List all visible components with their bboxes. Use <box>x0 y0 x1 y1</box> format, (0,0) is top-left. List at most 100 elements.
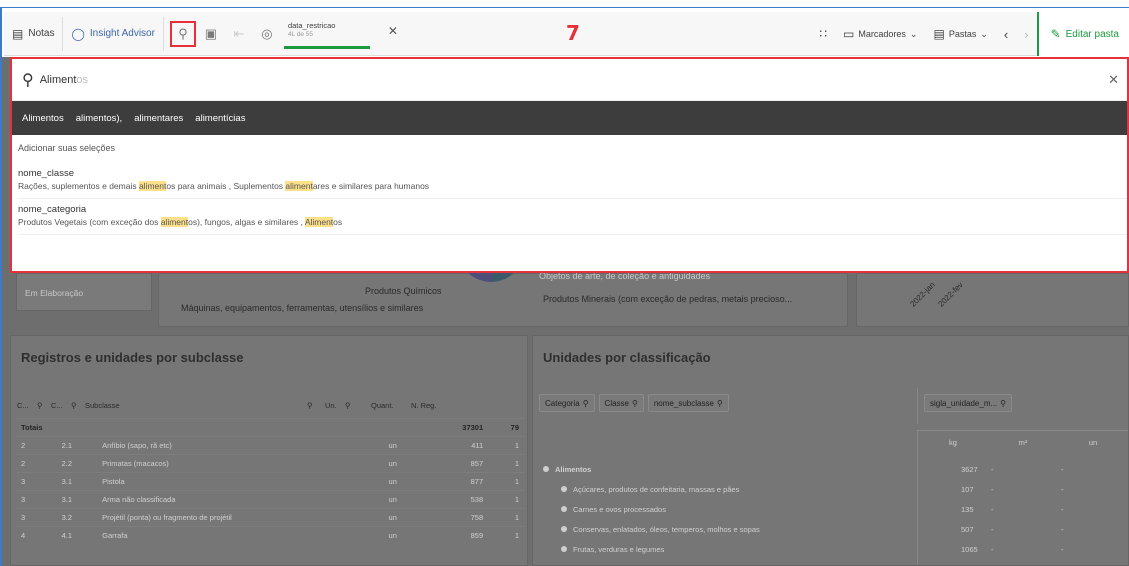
filter-unit-label: sigla_unidade_m... <box>930 398 998 408</box>
expand-toggle-icon[interactable] <box>561 526 567 532</box>
result-group-nome-classe[interactable]: nome_classe Rações, suplementos e demais… <box>18 163 1127 199</box>
value-cell-m2: - <box>991 524 994 534</box>
table-cell[interactable]: 2 <box>17 454 58 473</box>
col-header-subclass[interactable]: Subclasse <box>85 401 307 410</box>
col-header-records[interactable]: N. Reg. <box>411 401 441 410</box>
col-header-quantity[interactable]: Quant. <box>371 401 411 410</box>
table-cell[interactable]: 411 <box>439 436 488 455</box>
value-cell-un: - <box>1061 504 1064 514</box>
result-values[interactable]: Rações, suplementos e demais alimentos p… <box>18 180 1127 192</box>
step-back-button[interactable]: ⇤ <box>228 23 250 45</box>
previous-sheet-button[interactable]: ‹ <box>996 27 1016 42</box>
expand-toggle-icon[interactable] <box>561 546 567 552</box>
selection-pill[interactable]: data_restricao 4L de 55 ✕ <box>283 19 398 49</box>
bookmarks-label: Marcadores <box>858 29 906 39</box>
table-row[interactable]: 2 2.1 Anfíbio (sapo, rã etc) un 411 1 <box>17 436 523 455</box>
table-row[interactable]: 3 3.1 Arma não classificada un 538 1 <box>17 490 523 509</box>
table-cell[interactable]: 857 <box>439 454 488 473</box>
classification-row[interactable]: Alimentos <box>543 460 591 478</box>
table-cell[interactable]: 4.1 <box>57 526 99 545</box>
classification-row[interactable]: Conservas, enlatados, óleos, temperos, m… <box>561 520 760 538</box>
table-cell[interactable]: un <box>384 526 440 545</box>
table-cell[interactable]: 2.2 <box>57 454 99 473</box>
col-header-category[interactable]: C... <box>17 401 37 410</box>
table-cell[interactable]: Pistola <box>98 472 385 491</box>
search-icon[interactable]: ⚲ <box>37 401 51 410</box>
expand-toggle-icon[interactable] <box>543 466 549 472</box>
sheets-icon: ▤ <box>933 27 945 41</box>
table-cell[interactable]: 3 <box>17 508 58 527</box>
table-cell[interactable]: un <box>384 454 440 473</box>
table-cell[interactable]: 758 <box>439 508 488 527</box>
suggestion-item[interactable]: alimentícias <box>189 113 251 124</box>
search-icon[interactable]: ⚲ <box>307 401 325 410</box>
table-cell[interactable]: 1 <box>487 508 523 527</box>
result-values[interactable]: Produtos Vegetais (com exceção dos alime… <box>18 216 1127 228</box>
table-cell[interactable]: 859 <box>439 526 488 545</box>
sheets-button[interactable]: ▤ Pastas ⌄ <box>925 27 995 41</box>
table-cell[interactable]: Anfíbio (sapo, rã etc) <box>98 436 385 455</box>
table-cell[interactable]: Garrafa <box>98 526 385 545</box>
table-row[interactable]: 2 2.2 Primatas (macacos) un 857 1 <box>17 454 523 473</box>
table-cell[interactable]: 1 <box>487 436 523 455</box>
status-label: Em Elaboração <box>25 288 84 298</box>
table-cell[interactable]: 538 <box>439 490 488 509</box>
table-cell[interactable]: Projétil (ponta) ou fragmento de projéti… <box>98 508 385 527</box>
close-icon[interactable]: ✕ <box>1108 72 1119 88</box>
table-cell[interactable]: Primatas (macacos) <box>98 454 385 473</box>
clear-selections-button[interactable]: ◎ <box>256 23 278 45</box>
table-cell[interactable]: un <box>384 436 440 455</box>
search-input[interactable]: Alimentos <box>40 74 88 86</box>
table-row[interactable]: 4 4.1 Garrafa un 859 1 <box>17 526 523 545</box>
next-sheet-button[interactable]: › <box>1016 27 1036 42</box>
result-highlight: aliment <box>138 181 167 191</box>
table-cell[interactable]: un <box>384 472 440 491</box>
suggestion-item[interactable]: Alimentos <box>16 113 70 124</box>
notes-button[interactable]: ▤ Notas <box>4 16 64 51</box>
search-icon[interactable]: ⚲ <box>345 401 371 410</box>
filter-category[interactable]: Categoria ⚲ <box>539 394 595 412</box>
selections-tool-button[interactable]: ▣ <box>200 23 222 45</box>
table-cell[interactable]: 1 <box>487 526 523 545</box>
table-cell[interactable]: 3.1 <box>57 472 99 491</box>
col-header-unit[interactable]: Un. <box>325 401 345 410</box>
table-cell[interactable]: un <box>384 490 440 509</box>
suggestion-item[interactable]: alimentares <box>128 113 189 124</box>
search-input-row[interactable]: ⚲ Alimentos ✕ <box>12 59 1127 101</box>
expand-toggle-icon[interactable] <box>561 486 567 492</box>
filter-class[interactable]: Classe ⚲ <box>598 394 644 412</box>
table-cell[interactable]: 3 <box>17 490 58 509</box>
table-cell[interactable]: 1 <box>487 472 523 491</box>
table-cell[interactable]: Arma não classificada <box>98 490 385 509</box>
table-cell: Totais <box>17 418 58 437</box>
classification-row[interactable]: Frutas, verduras e legumes <box>561 540 664 558</box>
bookmarks-button[interactable]: ▭ Marcadores ⌄ <box>835 27 925 41</box>
table-cell[interactable]: 2 <box>17 436 58 455</box>
suggestion-item[interactable]: alimentos), <box>70 113 128 124</box>
table-cell[interactable]: un <box>384 508 440 527</box>
table-cell[interactable]: 3.2 <box>57 508 99 527</box>
filter-subclass[interactable]: nome_subclasse ⚲ <box>647 394 729 412</box>
smart-search-button[interactable]: ⚲ <box>169 20 196 47</box>
table-cell[interactable]: 1 <box>487 490 523 509</box>
table-cell[interactable]: 1 <box>487 454 523 473</box>
col-header-class[interactable]: C... <box>51 401 71 410</box>
close-icon[interactable]: ✕ <box>388 25 398 37</box>
grid-menu-button[interactable]: ∷ <box>811 27 835 41</box>
edit-sheet-button[interactable]: ✎ Editar pasta <box>1036 12 1129 56</box>
search-query-completion: os <box>76 73 89 86</box>
expand-toggle-icon[interactable] <box>561 506 567 512</box>
table-cell[interactable]: 877 <box>439 472 488 491</box>
filter-unit[interactable]: sigla_unidade_m... ⚲ <box>924 394 1013 412</box>
classification-row[interactable]: Carnes e ovos processados <box>561 500 666 518</box>
table-cell[interactable]: 2.1 <box>57 436 99 455</box>
result-group-nome-categoria[interactable]: nome_categoria Produtos Vegetais (com ex… <box>18 199 1127 235</box>
table-cell[interactable]: 3.1 <box>57 490 99 509</box>
classification-row[interactable]: Açúcares, produtos de confeitaria, massa… <box>561 480 739 498</box>
table-cell[interactable]: 3 <box>17 472 58 491</box>
table-row[interactable]: 3 3.2 Projétil (ponta) ou fragmento de pro… <box>17 508 523 527</box>
search-icon[interactable]: ⚲ <box>71 401 85 410</box>
insight-advisor-button[interactable]: ◯ Insight Advisor <box>63 16 164 51</box>
table-cell[interactable]: 4 <box>17 526 58 545</box>
table-row[interactable]: 3 3.1 Pistola un 877 1 <box>17 472 523 491</box>
